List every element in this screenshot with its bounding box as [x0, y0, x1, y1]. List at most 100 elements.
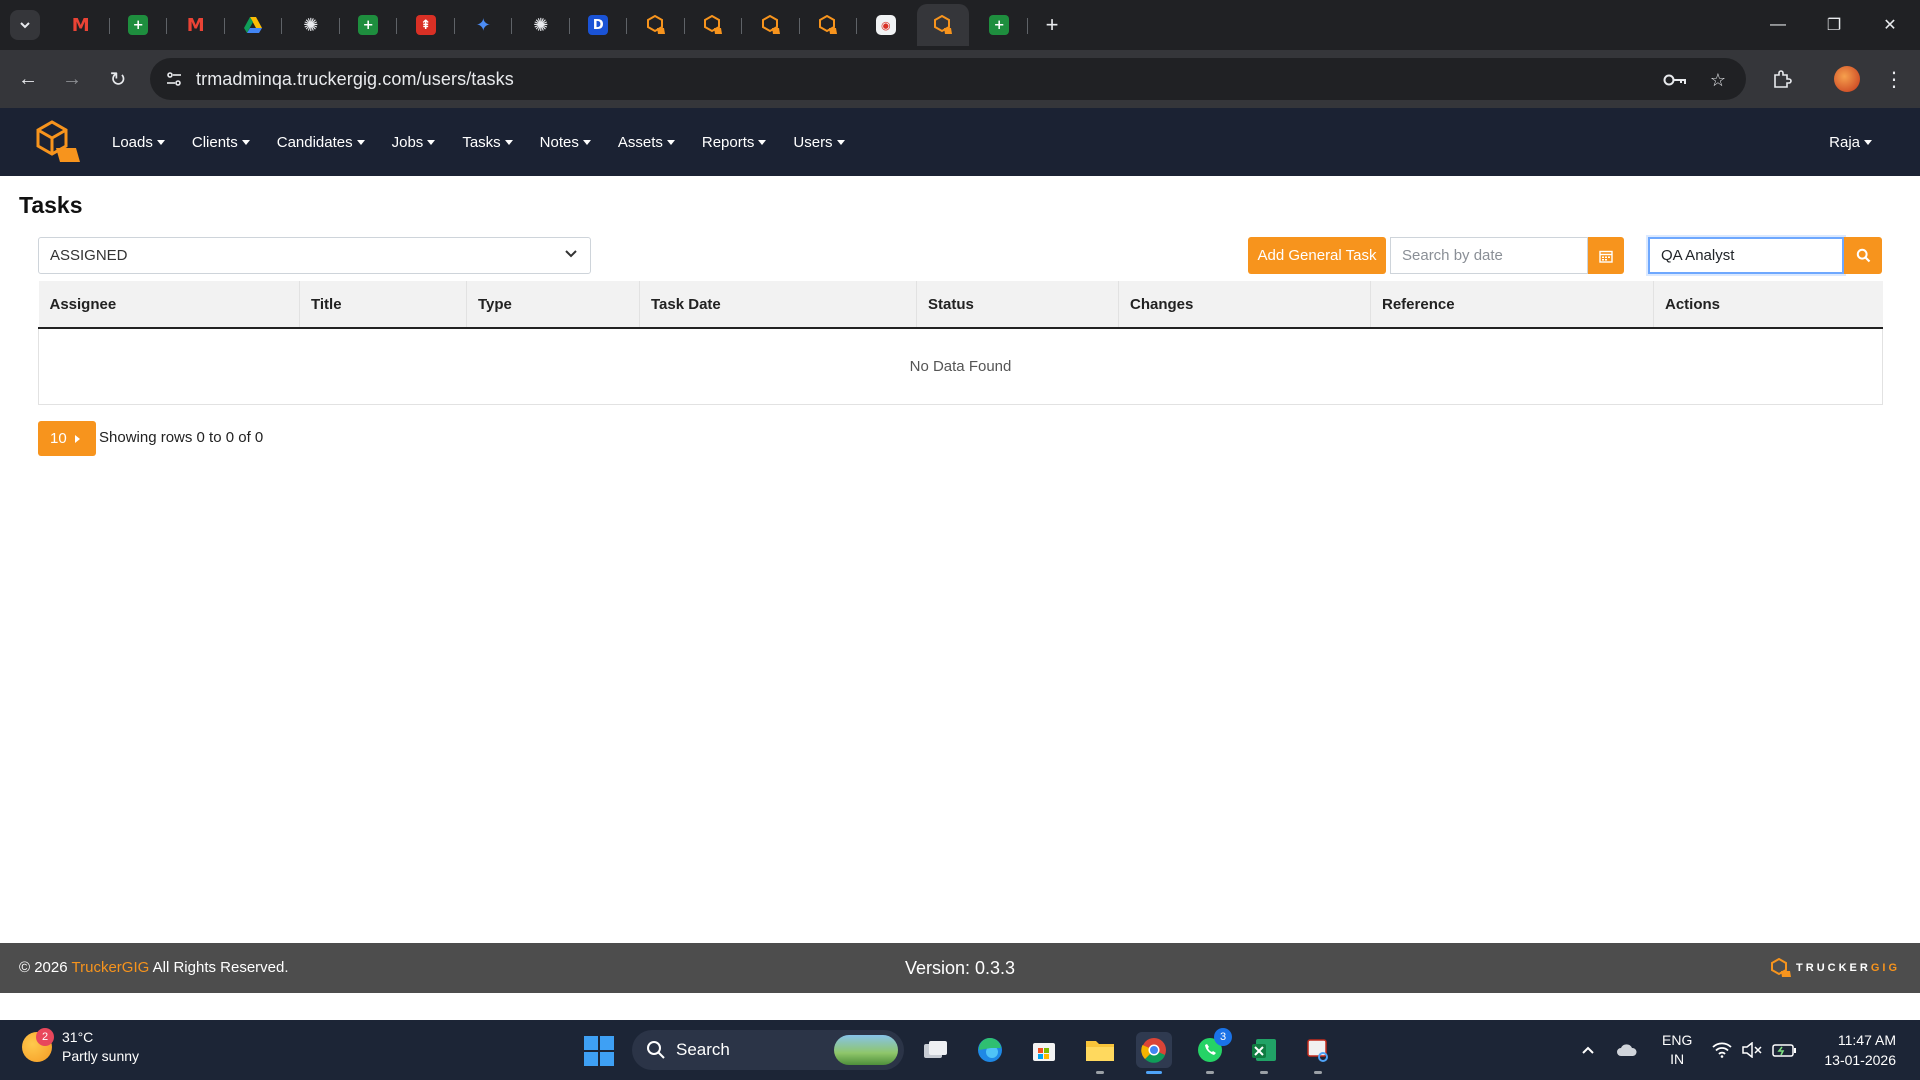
restore-button[interactable]: ❐ [1806, 0, 1862, 50]
browser-tab[interactable] [627, 4, 685, 46]
date-search-input[interactable]: Search by date [1390, 237, 1588, 274]
taskbar-search[interactable]: Search [632, 1030, 904, 1070]
truckergig-icon [646, 15, 666, 35]
browser-tab[interactable]: + [110, 4, 168, 46]
footer-logo: TRUCKERGIG [1770, 958, 1900, 978]
task-view-icon[interactable] [918, 1032, 954, 1068]
nav-menu-candidates[interactable]: Candidates [277, 134, 365, 151]
app-red-icon: ⇞ [415, 15, 436, 35]
store-icon[interactable] [1026, 1032, 1062, 1068]
nav-menu-assets[interactable]: Assets [618, 134, 675, 151]
table-header-row: Assignee Title Type Task Date Status Cha… [38, 281, 1883, 329]
nav-menu-jobs[interactable]: Jobs [392, 134, 436, 151]
column-header[interactable]: Type [466, 281, 640, 329]
volume-muted-icon[interactable] [1742, 1020, 1762, 1080]
browser-tab[interactable]: D [570, 4, 628, 46]
taskbar-search-label: Search [676, 1040, 730, 1059]
browser-tab[interactable]: ◉ [857, 4, 915, 46]
bookmark-star-icon[interactable]: ☆ [1705, 67, 1731, 93]
show-hidden-icons[interactable] [1580, 1020, 1596, 1080]
password-key-icon[interactable] [1662, 67, 1688, 93]
weather-widget[interactable]: 2 31°C Partly sunny [22, 1028, 139, 1066]
onedrive-icon[interactable] [1616, 1020, 1638, 1080]
windows-start-button[interactable] [584, 1036, 614, 1066]
extensions-icon[interactable] [1766, 63, 1798, 95]
column-header[interactable]: Task Date [639, 281, 917, 329]
browser-tab[interactable] [916, 4, 969, 46]
nav-menu-reports[interactable]: Reports [702, 134, 767, 151]
browser-tab[interactable]: + [340, 4, 398, 46]
page-size-value: 10 [50, 430, 67, 447]
browser-tab[interactable]: ✺ [512, 4, 570, 46]
battery-icon[interactable] [1772, 1020, 1798, 1080]
search-icon [1856, 248, 1870, 263]
file-explorer-icon[interactable] [1082, 1032, 1118, 1074]
browser-tab[interactable]: M [167, 4, 225, 46]
search-button[interactable] [1844, 237, 1882, 274]
profile-avatar[interactable] [1834, 66, 1860, 92]
language-code: ENG [1662, 1032, 1693, 1048]
excel-icon[interactable] [1246, 1032, 1282, 1074]
reload-button[interactable]: ↻ [102, 63, 134, 95]
nav-menu-label: Tasks [462, 133, 501, 151]
column-header[interactable]: Assignee [38, 281, 300, 329]
app-navbar: Loads Clients Candidates Jobs Tasks Notes Asse… [0, 108, 1920, 176]
nav-menu-tasks[interactable]: Tasks [462, 133, 513, 151]
nav-menu-label: Jobs [391, 133, 424, 151]
edge-icon[interactable] [972, 1032, 1008, 1068]
site-info-icon[interactable] [162, 67, 186, 91]
caret-down-icon [582, 139, 591, 145]
chevron-down-icon [564, 247, 578, 264]
column-header[interactable]: Changes [1118, 281, 1371, 329]
snipping-tool-icon[interactable] [1300, 1032, 1336, 1074]
chatgpt-icon: ✺ [533, 14, 549, 36]
column-header[interactable]: Reference [1370, 281, 1654, 329]
forward-button[interactable]: → [56, 63, 88, 95]
whatsapp-badge: 3 [1214, 1028, 1232, 1046]
column-header[interactable]: Title [299, 281, 467, 329]
browser-tab[interactable] [685, 4, 743, 46]
nav-menu-label: Reports [701, 133, 755, 151]
browser-tab[interactable]: ⇞ [397, 4, 455, 46]
browser-tab[interactable] [225, 4, 283, 46]
column-header[interactable]: Status [916, 281, 1119, 329]
nav-menu-label: Users [793, 133, 833, 151]
browser-tab[interactable]: + [971, 4, 1029, 46]
chrome-icon[interactable] [1136, 1032, 1172, 1074]
calendar-button[interactable] [1588, 237, 1624, 274]
new-tab-button[interactable]: + [1034, 7, 1070, 43]
app-white-icon: ◉ [875, 15, 896, 35]
wifi-icon[interactable] [1712, 1020, 1732, 1080]
search-input[interactable]: QA Analyst [1648, 237, 1844, 274]
browser-tab[interactable]: M [52, 4, 110, 46]
sheets-icon: + [358, 15, 379, 35]
browser-tab[interactable]: ✺ [282, 4, 340, 46]
browser-tab[interactable] [800, 4, 858, 46]
nav-menu-notes[interactable]: Notes [540, 134, 591, 151]
nav-menu-clients[interactable]: Clients [192, 134, 250, 151]
browser-tab[interactable]: ✦ [455, 4, 513, 46]
status-filter-select[interactable]: ASSIGNED [38, 237, 591, 274]
nav-menu-label: Loads [112, 133, 153, 151]
tab-search-button[interactable] [10, 10, 40, 40]
footer: © 2026 TruckerGIG All Rights Reserved. V… [0, 943, 1920, 993]
nav-menu-users[interactable]: Users [793, 133, 845, 151]
user-menu[interactable]: Raja [1829, 108, 1872, 176]
system-clock[interactable]: 11:47 AM 13-01-2026 [1824, 1030, 1896, 1070]
browser-menu-icon[interactable]: ⋮ [1878, 63, 1910, 95]
minimize-button[interactable]: — [1750, 0, 1806, 50]
add-general-task-button[interactable]: Add General Task [1248, 237, 1386, 274]
caret-down-icon [758, 139, 767, 145]
chevron-down-icon [20, 22, 30, 29]
language-indicator[interactable]: ENG IN [1662, 1020, 1692, 1080]
close-window-button[interactable]: ✕ [1862, 0, 1918, 50]
nav-menu-label: Notes [539, 133, 579, 151]
address-bar[interactable]: trmadminqa.truckergig.com/users/tasks ☆ [150, 58, 1746, 100]
truckergig-logo[interactable] [34, 120, 82, 164]
page-size-button[interactable]: 10 [38, 421, 96, 456]
browser-tab[interactable] [742, 4, 800, 46]
column-header: Actions [1653, 281, 1883, 329]
whatsapp-icon[interactable]: 3 [1192, 1028, 1232, 1074]
back-button[interactable]: ← [12, 63, 44, 95]
nav-menu-loads[interactable]: Loads [112, 134, 165, 151]
